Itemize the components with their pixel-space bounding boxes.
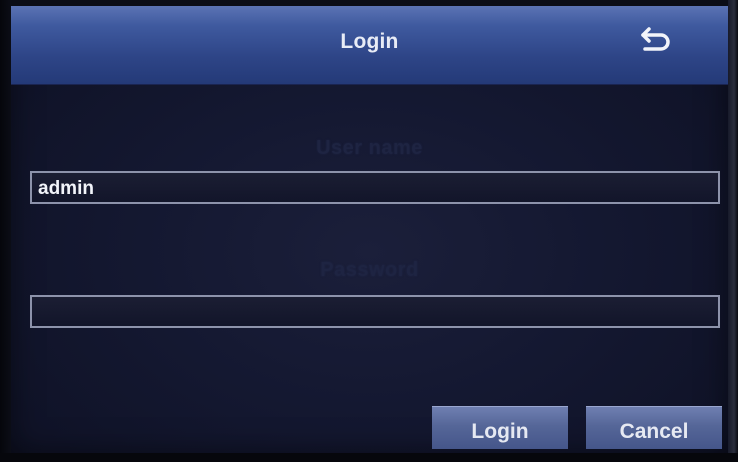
left-bezel — [0, 0, 11, 462]
return-arrow-icon — [641, 27, 670, 51]
username-label: User name — [316, 137, 423, 159]
cancel-button[interactable]: Cancel — [586, 406, 722, 449]
right-bezel — [728, 0, 738, 462]
back-button[interactable] — [635, 26, 675, 62]
bottom-bezel — [0, 453, 738, 462]
login-button[interactable]: Login — [432, 406, 568, 449]
login-dialog: Login User name Password Login Cancel — [11, 6, 728, 453]
username-input[interactable] — [30, 171, 720, 204]
password-label: Password — [320, 259, 419, 281]
password-input[interactable] — [30, 295, 720, 328]
screen-frame: Login User name Password Login Cancel — [0, 0, 738, 462]
dialog-title: Login — [340, 30, 399, 53]
title-bar: Login — [11, 6, 728, 85]
